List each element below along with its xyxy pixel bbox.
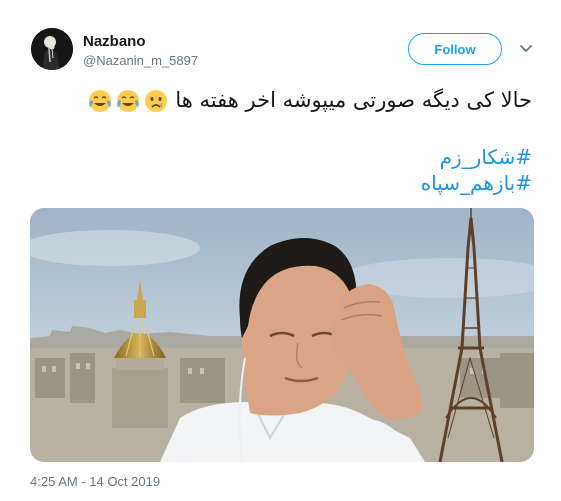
follow-button[interactable]: Follow xyxy=(408,33,502,65)
avatar[interactable] xyxy=(31,28,73,70)
hashtag-list: #شکار_زم #بازهم_سپاه xyxy=(421,144,532,196)
tweet-card: Nazbano @Nazanin_m_5897 Follow حالا کی د… xyxy=(0,0,561,501)
user-handle[interactable]: @Nazanin_m_5897 xyxy=(83,53,198,68)
tweet-media-image[interactable] xyxy=(30,208,534,462)
crying-face-icon xyxy=(144,90,167,112)
face-with-tears-of-joy-icon xyxy=(116,90,139,112)
tweet-timestamp[interactable]: 4:25 AM - 14 Oct 2019 xyxy=(30,474,160,489)
tweet-text-content: حالا کی دیگه صورتی میپوشه اخر هفته ها xyxy=(175,88,532,112)
face-with-tears-of-joy-icon xyxy=(88,90,111,112)
tweet-text: حالا کی دیگه صورتی میپوشه اخر هفته ها xyxy=(62,86,532,114)
hashtag-link[interactable]: #شکار_زم xyxy=(421,144,532,170)
emoji-group xyxy=(87,88,169,114)
hashtag-link[interactable]: #بازهم_سپاه xyxy=(421,170,532,196)
display-name[interactable]: Nazbano xyxy=(83,33,146,50)
chevron-down-icon[interactable] xyxy=(518,40,534,56)
